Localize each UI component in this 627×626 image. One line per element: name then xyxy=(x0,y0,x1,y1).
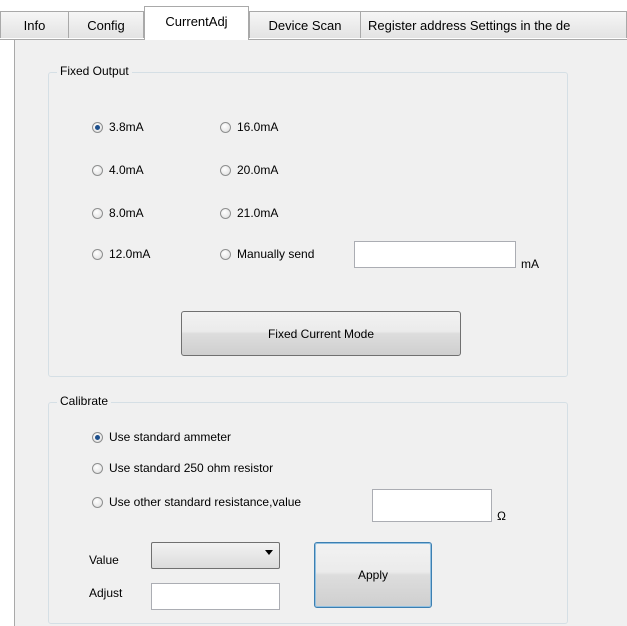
adjust-input[interactable] xyxy=(151,583,280,610)
radio-20-0ma-indicator xyxy=(220,164,231,176)
radio-8-0ma-label: 8.0mA xyxy=(109,206,144,220)
radio-4-0ma[interactable]: 4.0mA xyxy=(92,161,144,179)
radio-3-8ma-label: 3.8mA xyxy=(109,120,144,134)
tab-config[interactable]: Config xyxy=(68,11,144,38)
radio-4-0ma-indicator xyxy=(92,164,103,176)
resistance-value-input[interactable] xyxy=(372,489,492,522)
tab-info[interactable]: Info xyxy=(0,11,69,38)
radio-3-8ma[interactable]: 3.8mA xyxy=(92,118,144,136)
apply-button-label: Apply xyxy=(357,568,389,582)
radio-other-resistance-indicator xyxy=(92,496,103,508)
fixed-output-title: Fixed Output xyxy=(57,64,132,78)
radio-20-0ma-label: 20.0mA xyxy=(237,163,279,177)
adjust-label: Adjust xyxy=(89,586,123,600)
value-label: Value xyxy=(89,553,119,567)
radio-manually-send[interactable]: Manually send xyxy=(220,245,314,263)
radio-21-0ma-label: 21.0mA xyxy=(237,206,279,220)
radio-16-0ma[interactable]: 16.0mA xyxy=(220,118,278,136)
fixed-output-group: Fixed Output 3.8mA 16.0mA 4.0mA 20.0mA 8… xyxy=(48,64,568,377)
radio-manually-send-indicator xyxy=(220,248,231,260)
radio-3-8ma-indicator xyxy=(92,121,103,133)
calibrate-group: Calibrate Use standard ammeter Use stand… xyxy=(48,394,568,624)
radio-12-0ma-indicator xyxy=(92,248,103,260)
radio-12-0ma[interactable]: 12.0mA xyxy=(92,245,150,263)
radio-21-0ma[interactable]: 21.0mA xyxy=(220,204,278,222)
tab-register-address-settings[interactable]: Register address Settings in the de xyxy=(360,11,627,38)
currentadj-panel: Fixed Output 3.8mA 16.0mA 4.0mA 20.0mA 8… xyxy=(14,40,627,626)
radio-16-0ma-indicator xyxy=(220,121,231,133)
radio-8-0ma[interactable]: 8.0mA xyxy=(92,204,144,222)
radio-20-0ma[interactable]: 20.0mA xyxy=(220,161,278,179)
apply-button[interactable]: Apply xyxy=(314,542,432,608)
fixed-current-mode-button-label: Fixed Current Mode xyxy=(267,326,375,341)
radio-standard-250-ohm-label: Use standard 250 ohm resistor xyxy=(109,461,274,475)
tab-bar: Info Config CurrentAdj Device Scan Regis… xyxy=(0,0,627,40)
manual-current-input[interactable] xyxy=(354,241,516,268)
radio-standard-250-ohm[interactable]: Use standard 250 ohm resistor xyxy=(92,459,273,477)
radio-21-0ma-indicator xyxy=(220,207,231,219)
radio-standard-ammeter-label: Use standard ammeter xyxy=(109,430,232,444)
radio-4-0ma-label: 4.0mA xyxy=(109,163,144,177)
radio-8-0ma-indicator xyxy=(92,207,103,219)
manual-current-unit: mA xyxy=(521,257,539,271)
radio-12-0ma-label: 12.0mA xyxy=(109,247,151,261)
fixed-current-mode-button[interactable]: Fixed Current Mode xyxy=(181,311,461,356)
radio-standard-ammeter[interactable]: Use standard ammeter xyxy=(92,428,231,446)
radio-16-0ma-label: 16.0mA xyxy=(237,120,279,134)
radio-other-resistance[interactable]: Use other standard resistance,value xyxy=(92,493,301,511)
resistance-unit: Ω xyxy=(497,509,506,523)
value-combobox[interactable] xyxy=(151,542,280,569)
radio-manually-send-label: Manually send xyxy=(237,247,315,261)
radio-other-resistance-label: Use other standard resistance,value xyxy=(109,495,302,509)
radio-standard-ammeter-indicator xyxy=(92,431,103,443)
radio-standard-250-ohm-indicator xyxy=(92,462,103,474)
calibrate-title: Calibrate xyxy=(57,394,112,408)
tab-device-scan[interactable]: Device Scan xyxy=(249,11,361,38)
chevron-down-icon xyxy=(265,550,273,555)
tab-currentadj[interactable]: CurrentAdj xyxy=(144,6,249,40)
